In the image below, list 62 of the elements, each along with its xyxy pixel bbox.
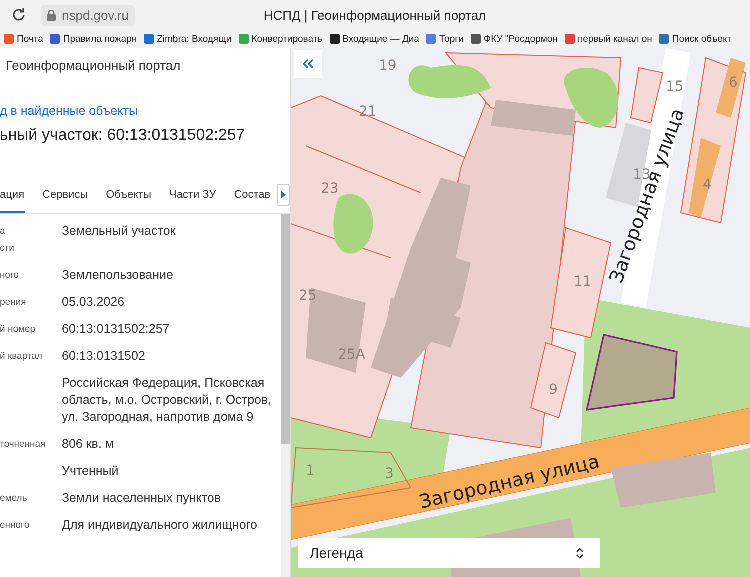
scrollbar[interactable] <box>281 214 290 577</box>
house-number: 3 <box>385 466 394 482</box>
field-value: область, м.о. Островский, г. Остров, <box>62 392 272 409</box>
triangle-right-icon <box>280 191 286 199</box>
tab[interactable]: Состав <box>234 177 271 213</box>
field-value: Земельный участок <box>62 223 176 240</box>
field-value: 806 кв. м <box>62 436 114 453</box>
parcel-title: ьный участок: 60:13:0131502:257 <box>0 126 246 146</box>
lock-icon <box>47 10 56 20</box>
bookmark[interactable]: Почта <box>4 34 44 44</box>
field-value: 05.03.2026 <box>62 294 125 311</box>
house-number: 19 <box>379 58 397 74</box>
field-label: ного <box>0 269 20 283</box>
bookmark[interactable]: Поиск объект <box>659 34 732 44</box>
tab[interactable]: Части ЗУ <box>169 177 216 213</box>
tab[interactable]: Сервисы <box>42 177 88 213</box>
bookmark[interactable]: Конвертировать <box>238 34 323 44</box>
field-label: точненная <box>0 438 47 452</box>
field-value: ул. Загородная, напротив дома 9 <box>62 409 255 426</box>
house-number: 9 <box>549 382 558 398</box>
house-number: 11 <box>574 274 592 290</box>
field-value: Учтенный <box>62 463 119 480</box>
field-label: й квартал <box>0 350 44 364</box>
field-value: Землепользование <box>62 267 174 284</box>
field-label: рения <box>0 296 28 310</box>
field-label: енного <box>0 519 31 533</box>
bookmark[interactable]: первый канал он <box>564 34 652 44</box>
scrollbar-thumb[interactable] <box>281 214 290 444</box>
field-label: сти <box>0 242 16 256</box>
bookmark[interactable]: ФКУ "Росдормон <box>470 34 558 44</box>
tab[interactable]: ация <box>0 177 25 213</box>
field-value: Российская Федерация, Псковская <box>62 375 266 392</box>
field-value: 60:13:0131502 <box>62 348 146 365</box>
house-number: 6 <box>729 75 738 91</box>
scroll-right-button[interactable] <box>276 184 290 206</box>
field-label: й номер <box>0 323 37 337</box>
house-number: 25А <box>338 347 366 363</box>
double-chevron-left-icon <box>302 59 314 69</box>
house-number: 15 <box>666 79 684 95</box>
portal-name: Геоинформационный портал <box>5 57 182 75</box>
field-label: а <box>0 225 6 239</box>
bookmark[interactable]: Правила пожарн <box>50 34 138 44</box>
bookmark[interactable]: Торги <box>426 34 464 44</box>
selected-parcel[interactable] <box>586 334 678 411</box>
chevron-up-down-icon <box>576 546 584 560</box>
reload-icon[interactable] <box>11 7 27 23</box>
field-value: Для индивидуального жилищного <box>62 517 258 534</box>
house-number: 21 <box>359 104 377 120</box>
field-value: Земли населенных пунктов <box>62 490 221 507</box>
address-bar[interactable]: nspd.gov.ru <box>41 4 135 26</box>
bookmark[interactable]: Zimbra: Входящи <box>144 34 232 44</box>
collapse-button[interactable] <box>294 50 322 78</box>
back-link[interactable]: д в найденные объекты <box>0 86 290 118</box>
house-number: 25 <box>299 288 317 304</box>
legend-dropdown[interactable]: Легенда <box>298 538 600 568</box>
field-value: 60:13:0131502:257 <box>62 321 170 338</box>
field-label: емель <box>0 492 28 506</box>
house-number: 23 <box>321 181 339 197</box>
house-number: 1 <box>306 463 315 479</box>
tab[interactable]: Объекты <box>106 177 152 213</box>
bookmark[interactable]: Входящие — Диа <box>330 34 420 44</box>
page-title: НСПД | Геоинформационный портал <box>264 8 486 23</box>
